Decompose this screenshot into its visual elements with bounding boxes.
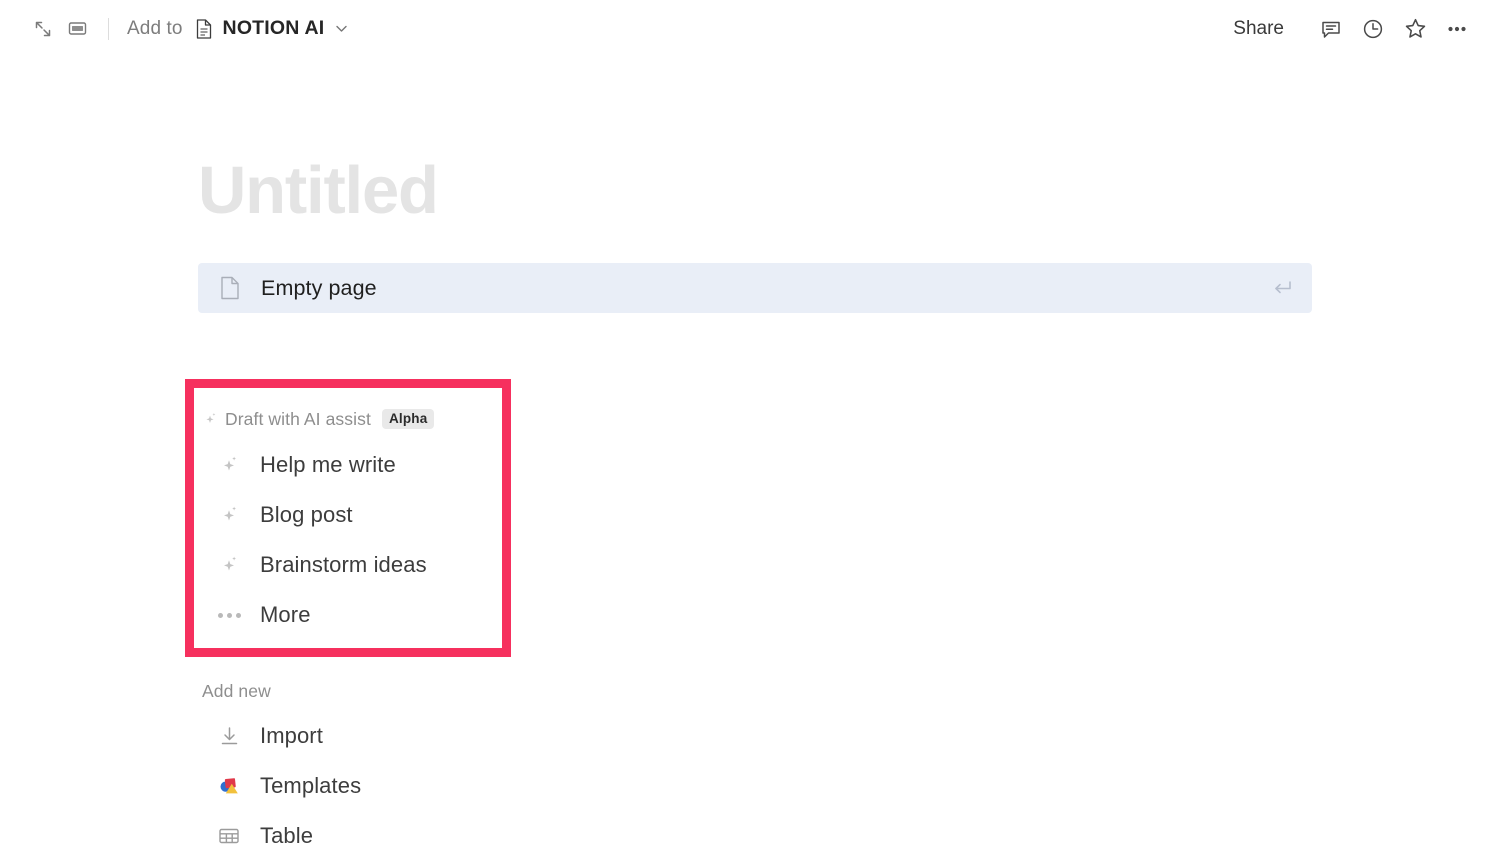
document-icon: [194, 18, 214, 40]
templates-shapes-icon: [216, 774, 242, 799]
import-download-icon: [216, 725, 242, 748]
add-new-item-table[interactable]: Table: [202, 811, 522, 861]
empty-page-label: Empty page: [261, 275, 377, 300]
document-title[interactable]: NOTION AI: [223, 17, 325, 40]
clock-history-icon[interactable]: [1352, 8, 1394, 50]
table-grid-icon: [216, 824, 242, 848]
add-new-heading: Add new: [202, 680, 271, 701]
ai-option-label: Help me write: [260, 452, 396, 477]
sidebar-panel-icon[interactable]: [60, 12, 94, 46]
top-bar: Add to NOTION AI Share: [0, 0, 1500, 57]
top-bar-left-group: Add to NOTION AI: [26, 12, 349, 46]
ai-section-header: Draft with AI assist Alpha: [202, 404, 502, 434]
enter-return-icon: [1270, 276, 1294, 300]
ai-option-label: Blog post: [260, 502, 353, 527]
top-bar-right-group: Share: [1221, 8, 1478, 50]
add-to-label: Add to: [127, 17, 183, 39]
more-horizontal-icon: [216, 612, 242, 618]
draft-with-ai-assist-section: Draft with AI assist Alpha Help me write: [202, 404, 502, 640]
ai-option-more[interactable]: More: [202, 590, 502, 640]
ai-options-list: Help me write Blog post Brainstorm ideas…: [202, 440, 502, 640]
add-new-item-label: Import: [260, 723, 323, 748]
top-bar-divider: [108, 17, 109, 40]
share-button[interactable]: Share: [1221, 12, 1296, 46]
add-new-item-label: Table: [260, 823, 314, 848]
chevron-down-icon[interactable]: [334, 21, 349, 36]
sparkle-icon: [216, 504, 242, 527]
ai-option-label: More: [260, 602, 311, 627]
empty-page-row[interactable]: Empty page: [198, 263, 1312, 313]
ai-option-brainstorm-ideas[interactable]: Brainstorm ideas: [202, 540, 502, 590]
ai-option-label: Brainstorm ideas: [260, 552, 427, 577]
expand-collapse-icon[interactable]: [26, 12, 60, 46]
sparkle-icon: [216, 454, 242, 477]
ai-option-help-me-write[interactable]: Help me write: [202, 440, 502, 490]
add-new-item-import[interactable]: Import: [202, 711, 522, 761]
ai-section-heading: Draft with AI assist: [225, 408, 371, 429]
page-file-icon: [218, 275, 242, 301]
add-new-item-templates[interactable]: Templates: [202, 761, 522, 811]
sparkle-icon: [202, 411, 218, 428]
add-new-list: Import Templates Table: [202, 711, 522, 861]
page-body: Untitled Empty page Draft with AI assist…: [0, 57, 1500, 848]
page-title-placeholder[interactable]: Untitled: [198, 157, 439, 224]
add-new-section: Add new Import Templates Table: [202, 677, 522, 861]
star-icon[interactable]: [1394, 8, 1436, 50]
more-horizontal-icon[interactable]: [1436, 8, 1478, 50]
ai-option-blog-post[interactable]: Blog post: [202, 490, 502, 540]
alpha-badge: Alpha: [381, 408, 435, 430]
comment-icon[interactable]: [1310, 8, 1352, 50]
add-new-item-label: Templates: [260, 773, 362, 798]
sparkle-icon: [216, 554, 242, 577]
